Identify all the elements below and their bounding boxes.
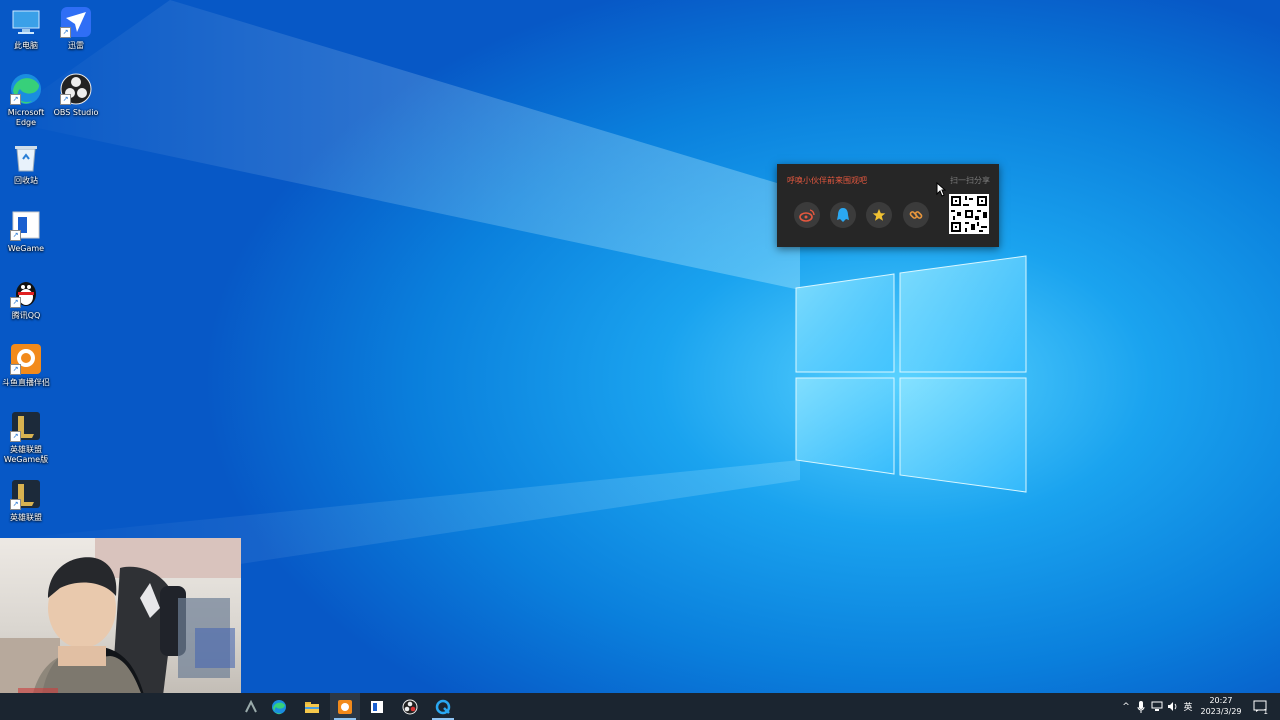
taskbar-edge[interactable] [264,693,294,720]
app-window-icon [371,700,383,713]
browser-icon [435,699,451,714]
recycle-bin-icon [10,141,42,173]
desktop-icon-xunlei[interactable]: ↗ 迅雷 [50,6,102,51]
link-icon [909,211,923,219]
desktop-icon-wegame[interactable]: ↗ WeGame [0,209,52,254]
clock-date: 2023/3/29 [1200,707,1242,716]
tray-network[interactable] [1150,693,1164,720]
share-popup-title: 呼唤小伙伴前来围观吧 [787,176,867,185]
taskbar-douyu[interactable] [330,693,360,720]
desktop-icon-this-pc[interactable]: 此电脑 [0,6,52,51]
taskbar-app-window[interactable] [362,693,392,720]
star-icon [872,209,886,221]
taskbar: ^ 英 20:27 2023/3/29 1 [0,693,1280,720]
mouse-cursor-icon [936,182,946,197]
edge-icon: ↗ [10,73,42,105]
network-icon [1151,701,1163,711]
edge-icon [272,699,286,714]
volume-icon [1168,702,1177,711]
start-icon [245,699,257,712]
desktop-icon-qq[interactable]: ↗ 腾讯QQ [0,276,52,321]
obs-icon [402,699,418,714]
lol-icon: ↗ [10,478,42,510]
xunlei-icon: ↗ [60,6,92,38]
qq-icon: ↗ [10,276,42,308]
desktop-icon-lol-wegame[interactable]: ↗ 英雄联盟 WeGame版 [0,410,52,465]
clock-time: 20:27 [1209,696,1233,705]
share-popup: 呼唤小伙伴前来围观吧 扫一扫分享 [777,164,999,247]
douyu-icon [338,699,352,714]
share-weibo-button[interactable] [794,202,820,228]
qq-penguin-icon [837,208,849,222]
douyu-icon: ↗ [10,343,42,375]
qr-code [949,194,989,234]
tray-volume[interactable] [1166,693,1180,720]
taskbar-file-explorer[interactable] [297,693,327,720]
share-qq-button[interactable] [830,202,856,228]
share-favorite-button[interactable] [866,202,892,228]
desktop-icon-recycle-bin[interactable]: 回收站 [0,141,52,186]
notification-count: 1 [1263,708,1268,716]
lol-wegame-icon: ↗ [10,410,42,442]
tray-ime[interactable]: 英 [1181,693,1195,720]
taskbar-browser[interactable] [428,693,458,720]
tray-notification-center[interactable]: 1 [1250,693,1270,720]
tray-show-hidden-icons[interactable]: ^ [1119,693,1133,720]
wegame-icon: ↗ [10,209,42,241]
this-pc-icon [10,6,42,38]
taskbar-start-button[interactable] [236,693,266,720]
windows-logo-icon [795,255,1027,493]
desktop-icon-edge[interactable]: ↗ Microsoft Edge [0,73,52,128]
microphone-icon [1137,700,1145,713]
desktop-icon-obs[interactable]: ↗ OBS Studio [50,73,102,118]
obs-icon: ↗ [60,73,92,105]
weibo-icon [799,209,815,222]
taskbar-obs[interactable] [395,693,425,720]
desktop-icon-lol[interactable]: ↗ 英雄联盟 [0,478,52,523]
tray-clock[interactable]: 20:27 2023/3/29 [1196,695,1246,717]
share-popup-hint: 扫一扫分享 [950,176,990,185]
file-explorer-icon [305,701,319,713]
tray-microphone[interactable] [1134,693,1148,720]
share-link-button[interactable] [903,202,929,228]
desktop-icon-douyu[interactable]: ↗ 斗鱼直播伴侣 [0,343,52,388]
